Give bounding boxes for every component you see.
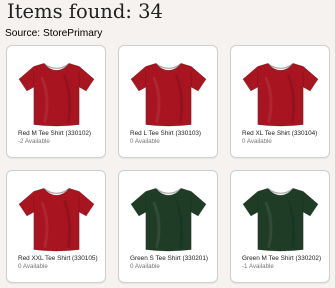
product-availability: -1 Available <box>242 263 274 270</box>
product-card[interactable]: Green S Tee Shirt (330201) 0 Available <box>118 170 218 283</box>
product-card[interactable]: Red L Tee Shirt (330103) 0 Available <box>118 45 218 158</box>
product-name: Red XL Tee Shirt (330104) <box>242 130 318 137</box>
product-availability: 0 Available <box>130 263 160 270</box>
product-name: Red M Tee Shirt (330102) <box>18 130 92 137</box>
source-value: StorePrimary <box>42 28 103 39</box>
product-name: Red L Tee Shirt (330103) <box>130 130 202 137</box>
t-shirt-icon <box>242 62 319 127</box>
items-found-heading: Items found: 34 <box>7 0 163 25</box>
product-card[interactable]: Red M Tee Shirt (330102) -2 Available <box>6 45 106 158</box>
product-availability: 0 Available <box>18 263 48 270</box>
items-found-label: Items found: <box>7 0 132 23</box>
t-shirt-icon <box>130 187 207 252</box>
product-availability: 0 Available <box>130 138 160 145</box>
product-card[interactable]: Red XL Tee Shirt (330104) 0 Available <box>230 45 330 158</box>
product-card[interactable]: Green M Tee Shirt (330202) -1 Available <box>230 170 330 283</box>
product-availability: -2 Available <box>18 138 50 145</box>
source-label: Source: <box>5 28 41 39</box>
source-line: Source: StorePrimary <box>5 27 102 40</box>
t-shirt-icon <box>242 187 319 252</box>
product-availability: 0 Available <box>242 138 272 145</box>
t-shirt-icon <box>130 62 207 127</box>
product-name: Green S Tee Shirt (330201) <box>130 255 209 262</box>
items-found-count: 34 <box>138 0 163 23</box>
product-grid: Red M Tee Shirt (330102) -2 Available Re… <box>6 45 332 288</box>
t-shirt-icon <box>18 62 95 127</box>
product-card[interactable]: Red XXL Tee Shirt (330105) 0 Available <box>6 170 106 283</box>
product-name: Red XXL Tee Shirt (330105) <box>18 255 98 262</box>
product-name: Green M Tee Shirt (330202) <box>242 255 322 262</box>
t-shirt-icon <box>18 187 95 252</box>
